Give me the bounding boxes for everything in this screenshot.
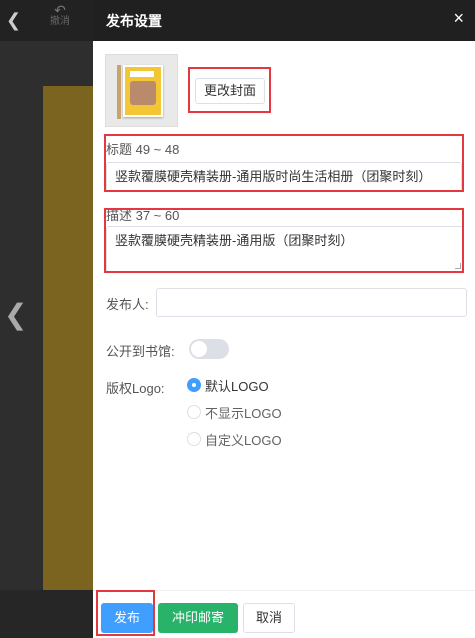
album-page-preview — [43, 86, 93, 590]
logo-option-default[interactable]: 默认LOGO — [187, 376, 269, 394]
change-cover-button[interactable]: 更改封面 — [195, 78, 265, 104]
undo-button[interactable]: ↶ 撤消 — [44, 2, 76, 28]
cover-thumbnail — [105, 54, 178, 127]
undo-label: 撤消 — [50, 16, 70, 27]
cancel-button[interactable]: 取消 — [243, 603, 295, 633]
undo-icon: ↶ — [54, 2, 66, 18]
prev-page-icon[interactable]: ❮ — [4, 300, 27, 330]
resize-grip-icon[interactable] — [455, 263, 461, 269]
publish-button[interactable]: 发布 — [101, 603, 153, 633]
publisher-input[interactable] — [156, 288, 467, 317]
public-library-label: 公开到书馆: — [106, 344, 175, 359]
description-label: 描述 37 ~ 60 — [106, 208, 180, 223]
logo-option-custom[interactable]: 自定义LOGO — [187, 430, 282, 448]
radio-checked-icon[interactable] — [187, 378, 201, 392]
logo-option-label: 不显示LOGO — [205, 405, 282, 421]
copyright-logo-label: 版权Logo: — [106, 381, 165, 396]
logo-option-label: 默认LOGO — [205, 378, 269, 394]
panel-title: 发布设置 — [106, 13, 162, 29]
radio-unchecked-icon[interactable] — [187, 432, 201, 446]
publisher-label: 发布人: — [106, 297, 149, 312]
public-library-toggle[interactable] — [189, 339, 229, 359]
description-text: 竖款覆膜硬壳精装册-通用版（团聚时刻） — [115, 233, 354, 248]
cover-image — [117, 65, 163, 119]
title-input[interactable]: 竖款覆膜硬壳精装册-通用版时尚生活相册（团聚时刻） — [106, 162, 462, 192]
back-icon[interactable]: ❮ — [6, 10, 21, 31]
print-mail-button[interactable]: 冲印邮寄 — [158, 603, 238, 633]
toggle-knob — [191, 341, 207, 357]
close-icon[interactable]: × — [453, 8, 464, 29]
logo-option-label: 自定义LOGO — [205, 432, 282, 448]
panel-header: 发布设置 × — [93, 0, 475, 41]
logo-option-hidden[interactable]: 不显示LOGO — [187, 403, 282, 421]
title-label: 标题 49 ~ 48 — [106, 142, 180, 157]
editor-toolbar: ❮ ↶ 撤消 — [0, 0, 93, 41]
editor-area: ❮ ↶ 撤消 ❮ — [0, 0, 93, 638]
description-textarea[interactable]: 竖款覆膜硬壳精装册-通用版（团聚时刻） — [106, 226, 464, 272]
radio-unchecked-icon[interactable] — [187, 405, 201, 419]
publish-settings-panel: 发布设置 × 更改封面 标题 49 ~ 48 竖款覆膜硬壳精装册-通用版时尚生活… — [93, 0, 475, 638]
editor-bottom-bar — [0, 590, 93, 638]
